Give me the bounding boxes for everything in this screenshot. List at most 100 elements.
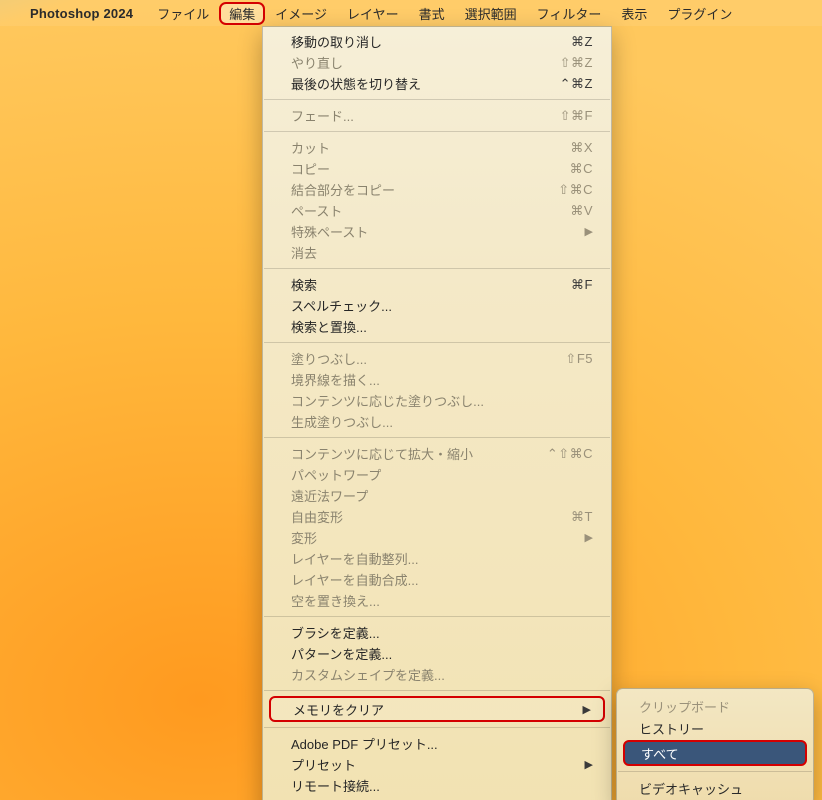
menu-shortcut: ⌃⇧⌘C — [547, 446, 593, 462]
menu-item: ペースト⌘V — [263, 200, 611, 221]
menu-separator — [618, 771, 812, 772]
submenu-item: クリップボード — [617, 695, 813, 717]
menubar-item-フィルター[interactable]: フィルター — [527, 2, 612, 25]
menu-item-label: メモリをクリア — [293, 700, 384, 719]
menubar-item-編集[interactable]: 編集 — [219, 2, 265, 25]
submenu-item-label: ヒストリー — [639, 719, 704, 738]
menubar-item-レイヤー[interactable]: レイヤー — [337, 2, 409, 25]
menu-separator — [264, 690, 610, 691]
menubar-item-書式[interactable]: 書式 — [409, 2, 455, 25]
menu-item[interactable]: リモート接続... — [263, 775, 611, 796]
menu-shortcut: ⌘C — [570, 161, 593, 177]
menu-item: フェード...⇧⌘F — [263, 105, 611, 126]
menu-item: カット ⌘X — [263, 137, 611, 158]
edit-menu-dropdown: 移動の取り消し ⌘Z やり直し ⇧⌘Z 最後の状態を切り替え⌃⌘Z フェード...⇧⌘F カ… — [262, 26, 612, 800]
menu-shortcut: ⌘F — [571, 277, 593, 293]
menu-item: 結合部分をコピー ⇧⌘C — [263, 179, 611, 200]
menubar-item-プラグイン[interactable]: プラグイン — [657, 2, 742, 25]
menu-item[interactable]: プリセット ▶ — [263, 754, 611, 775]
submenu-arrow-icon: ▶ — [585, 758, 593, 771]
menu-shortcut: ⌘Z — [571, 34, 593, 50]
menu-item: 生成塗りつぶし... — [263, 411, 611, 432]
desktop: Photoshop 2024 ファイル編集イメージレイヤー書式選択範囲フィルター… — [0, 0, 822, 800]
submenu-item-label: クリップボード — [639, 697, 730, 716]
menubar-item-選択範囲[interactable]: 選択範囲 — [455, 2, 527, 25]
menu-separator — [264, 268, 610, 269]
menu-item[interactable]: 検索と置換... — [263, 316, 611, 337]
menu-item-label: 特殊ペースト — [291, 222, 368, 241]
menu-item-label: レイヤーを自動整列... — [291, 549, 418, 568]
menu-item: 境界線を描く... — [263, 369, 611, 390]
submenu-arrow-icon: ▶ — [583, 703, 591, 716]
menu-item: コンテンツに応じた塗りつぶし... — [263, 390, 611, 411]
menu-item[interactable]: 最後の状態を切り替え⌃⌘Z — [263, 73, 611, 94]
menu-item-label: 移動の取り消し — [291, 32, 382, 51]
menu-item-label: 遠近法ワープ — [291, 486, 368, 505]
menu-item: レイヤーを自動合成... — [263, 569, 611, 590]
menu-item-label: 塗りつぶし... — [291, 349, 367, 368]
menu-item-label: パペットワープ — [291, 465, 381, 484]
menu-item-label: プリセット — [291, 755, 356, 774]
submenu-item-label: すべて — [641, 744, 679, 763]
menu-shortcut: ⌘X — [570, 140, 593, 156]
app-name[interactable]: Photoshop 2024 — [30, 6, 133, 21]
menu-separator — [264, 99, 610, 100]
menu-item-label: 検索と置換... — [291, 317, 367, 336]
menu-item-label: 空を置き換え... — [291, 591, 380, 610]
menu-item: 自由変形⌘T — [263, 506, 611, 527]
menu-item-label: カスタムシェイプを定義... — [291, 665, 445, 684]
menubar-item-表示[interactable]: 表示 — [611, 2, 657, 25]
submenu-arrow-icon: ▶ — [585, 225, 593, 238]
menu-item-label: ブラシを定義... — [291, 623, 380, 642]
menu-item-label: 結合部分をコピー — [291, 180, 395, 199]
menu-item: 消去 — [263, 242, 611, 263]
menu-separator — [264, 131, 610, 132]
menubar-item-ファイル[interactable]: ファイル — [147, 2, 219, 25]
menu-item: パペットワープ — [263, 464, 611, 485]
menu-item[interactable]: ブラシを定義... — [263, 622, 611, 643]
menu-item-label: リモート接続... — [291, 776, 380, 795]
menu-item[interactable]: 検索⌘F — [263, 274, 611, 295]
menu-separator — [264, 437, 610, 438]
menu-item: 塗りつぶし... ⇧F5 — [263, 348, 611, 369]
menu-item-label: コピー — [291, 159, 330, 178]
menubar-item-イメージ[interactable]: イメージ — [265, 2, 337, 25]
menu-item: やり直し ⇧⌘Z — [263, 52, 611, 73]
mac-menubar: Photoshop 2024 ファイル編集イメージレイヤー書式選択範囲フィルター… — [0, 0, 822, 26]
menu-shortcut: ⇧⌘Z — [560, 55, 593, 71]
menu-item[interactable]: Adobe PDF プリセット... — [263, 733, 611, 754]
menu-item: カスタムシェイプを定義... — [263, 664, 611, 685]
menu-shortcut: ⌘V — [570, 203, 593, 219]
menu-item[interactable]: 移動の取り消し ⌘Z — [263, 31, 611, 52]
menu-item-label: スペルチェック... — [291, 296, 392, 315]
menu-item[interactable]: パターンを定義... — [263, 643, 611, 664]
clear-memory-submenu: クリップボードヒストリーすべてビデオキャッシュ — [616, 688, 814, 800]
menu-separator — [264, 616, 610, 617]
menu-item: コピー ⌘C — [263, 158, 611, 179]
menu-shortcut: ⇧⌘C — [558, 182, 593, 198]
menu-item-label: 変形 — [291, 528, 317, 547]
submenu-item-label: ビデオキャッシュ — [639, 779, 743, 798]
menu-item: 遠近法ワープ — [263, 485, 611, 506]
menu-item[interactable]: スペルチェック... — [263, 295, 611, 316]
menu-item-label: やり直し — [291, 53, 343, 72]
menu-item-label: Adobe PDF プリセット... — [291, 734, 438, 753]
menu-item-label: 消去 — [291, 243, 317, 262]
submenu-item[interactable]: ビデオキャッシュ — [617, 777, 813, 799]
menu-item-label: 最後の状態を切り替え — [291, 74, 421, 93]
submenu-item[interactable]: ヒストリー — [617, 717, 813, 739]
menu-item[interactable]: メモリをクリア ▶ — [269, 696, 605, 722]
menu-item-label: 生成塗りつぶし... — [291, 412, 393, 431]
menu-shortcut: ⇧F5 — [565, 351, 593, 367]
menu-item: 空を置き換え... — [263, 590, 611, 611]
submenu-item[interactable]: すべて — [623, 740, 807, 766]
menu-item-label: コンテンツに応じて拡大・縮小 — [291, 444, 473, 463]
menu-item-label: フェード... — [291, 106, 354, 125]
submenu-arrow-icon: ▶ — [585, 531, 593, 544]
menu-item-label: カット — [291, 138, 330, 157]
menu-item: 変形 ▶ — [263, 527, 611, 548]
menu-item: レイヤーを自動整列... — [263, 548, 611, 569]
menu-separator — [264, 727, 610, 728]
menu-shortcut: ⌘T — [571, 509, 593, 525]
menu-item: コンテンツに応じて拡大・縮小 ⌃⇧⌘C — [263, 443, 611, 464]
